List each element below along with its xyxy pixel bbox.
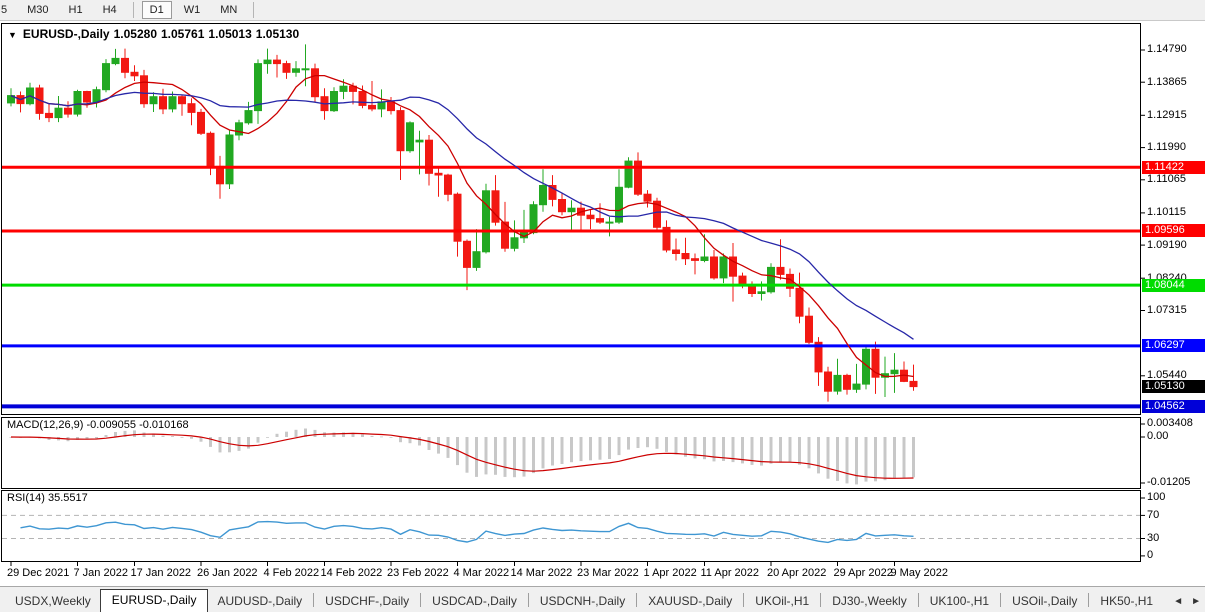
chart-tab-eurusd-daily[interactable]: EURUSD-,Daily [100,589,209,612]
chart-tab-usdcnh-daily[interactable]: USDCNH-,Daily [531,592,634,610]
tab-separator [1000,593,1001,607]
rsi-name: RSI(14) [7,492,45,504]
price-level-badge: 1.08044 [1142,279,1205,292]
tab-scroll-right-button[interactable]: ► [1191,596,1201,607]
price-axis-tick-label: 1.10115 [1147,206,1186,219]
chart-tab-usoil-daily[interactable]: USOil-,Daily [1003,592,1086,610]
chart-open-value: 1.05280 [114,27,157,41]
tab-separator [820,593,821,607]
date-axis-label: 23 Mar 2022 [577,567,639,580]
macd-indicator-label: MACD(12,26,9) -0.009055 -0.010168 [7,419,189,431]
date-axis-label: 14 Mar 2022 [511,567,573,580]
chart-tab-usdchf-daily[interactable]: USDCHF-,Daily [316,592,418,610]
chart-low-value: 1.05013 [208,27,251,41]
tab-separator [1088,593,1089,607]
chart-tab-audusd-daily[interactable]: AUDUSD-,Daily [208,592,311,610]
price-axis-tick-label: 1.09190 [1147,239,1187,252]
tab-scroll-left-button[interactable]: ◄ [1173,596,1183,607]
tab-separator [528,593,529,607]
tab-separator [743,593,744,607]
tab-separator [918,593,919,607]
current-price-badge: 1.05130 [1142,380,1205,393]
chart-tab-ukoil-h1[interactable]: UKOil-,H1 [746,592,818,610]
rsi-pane[interactable] [2,490,1140,562]
chart-tab-dj30-weekly[interactable]: DJ30-,Weekly [823,592,915,610]
date-axis-label: 17 Jan 2022 [131,567,192,580]
price-level-badge: 1.09596 [1142,224,1205,237]
price-axis-tick-label: 1.14790 [1147,43,1187,56]
date-axis-label: 11 Apr 2022 [701,567,760,580]
tab-separator [313,593,314,607]
date-axis-label: 20 Apr 2022 [767,567,826,580]
macd-name: MACD(12,26,9) [7,419,83,431]
tab-separator [636,593,637,607]
chart-symbol-label: EURUSD-,Daily [23,27,110,41]
price-axis-tick-label: 1.07315 [1147,304,1187,317]
chart-title: ▼ EURUSD-,Daily 1.05280 1.05761 1.05013 1.051… [8,27,303,41]
price-chart-pane[interactable] [2,23,1140,415]
rsi-axis-tick-label: 30 [1147,532,1159,545]
date-axis-label: 23 Feb 2022 [387,567,449,580]
date-axis-label: 26 Jan 2022 [197,567,258,580]
price-level-badge: 1.11422 [1142,161,1205,174]
date-axis-label: 9 May 2022 [891,567,948,580]
macd-axis-tick-label: 0.00 [1147,430,1168,443]
price-axis-tick-label: 1.12915 [1147,109,1187,122]
trading-terminal-window: 5M30H1H4D1W1MN ▼EURUSD-,Daily1.052801.05… [0,0,1205,612]
chart-tab-usdx-weekly[interactable]: USDX,Weekly [6,592,100,610]
macd-values: -0.009055 -0.010168 [86,419,188,431]
price-axis-tick-label: 1.13865 [1147,76,1187,89]
chart-tab-usdcad-daily[interactable]: USDCAD-,Daily [423,592,526,610]
date-axis-label: 29 Dec 2021 [7,567,69,580]
rsi-axis-tick-label: 0 [1147,549,1153,562]
chart-tab-hk50-h1[interactable]: HK50-,H1 [1091,592,1162,610]
date-axis-label: 7 Jan 2022 [74,567,128,580]
date-axis-label: 4 Mar 2022 [454,567,510,580]
macd-axis-tick-label: 0.003408 [1147,417,1193,430]
date-axis-label: 14 Feb 2022 [321,567,383,580]
chart-tab-uk100-h1[interactable]: UK100-,H1 [921,592,998,610]
chart-tab-bar: USDX,WeeklyEURUSD-,DailyAUDUSD-,Daily USD… [0,586,1205,612]
tab-scroll-buttons: ◄ ► [1173,596,1201,607]
macd-axis-tick-label: -0.01205 [1147,476,1190,489]
rsi-value: 35.5517 [48,492,88,504]
rsi-axis-tick-label: 70 [1147,509,1159,522]
rsi-axis-tick-label: 100 [1147,491,1165,504]
date-axis-label: 4 Feb 2022 [264,567,320,580]
date-axis-label: 29 Apr 2022 [834,567,893,580]
tab-separator [420,593,421,607]
price-axis-tick-label: 1.11065 [1147,173,1186,186]
chart-tab-xauusd-daily[interactable]: XAUUSD-,Daily [639,592,741,610]
price-level-badge: 1.06297 [1142,339,1205,352]
chart-high-value: 1.05761 [161,27,204,41]
rsi-indicator-label: RSI(14) 35.5517 [7,492,88,504]
symbol-dropdown-icon[interactable]: ▼ [8,30,17,40]
date-axis-label: 1 Apr 2022 [644,567,697,580]
price-level-badge: 1.04562 [1142,400,1205,413]
chart-close-value: 1.05130 [256,27,299,41]
price-axis-tick-label: 1.11990 [1147,141,1186,154]
